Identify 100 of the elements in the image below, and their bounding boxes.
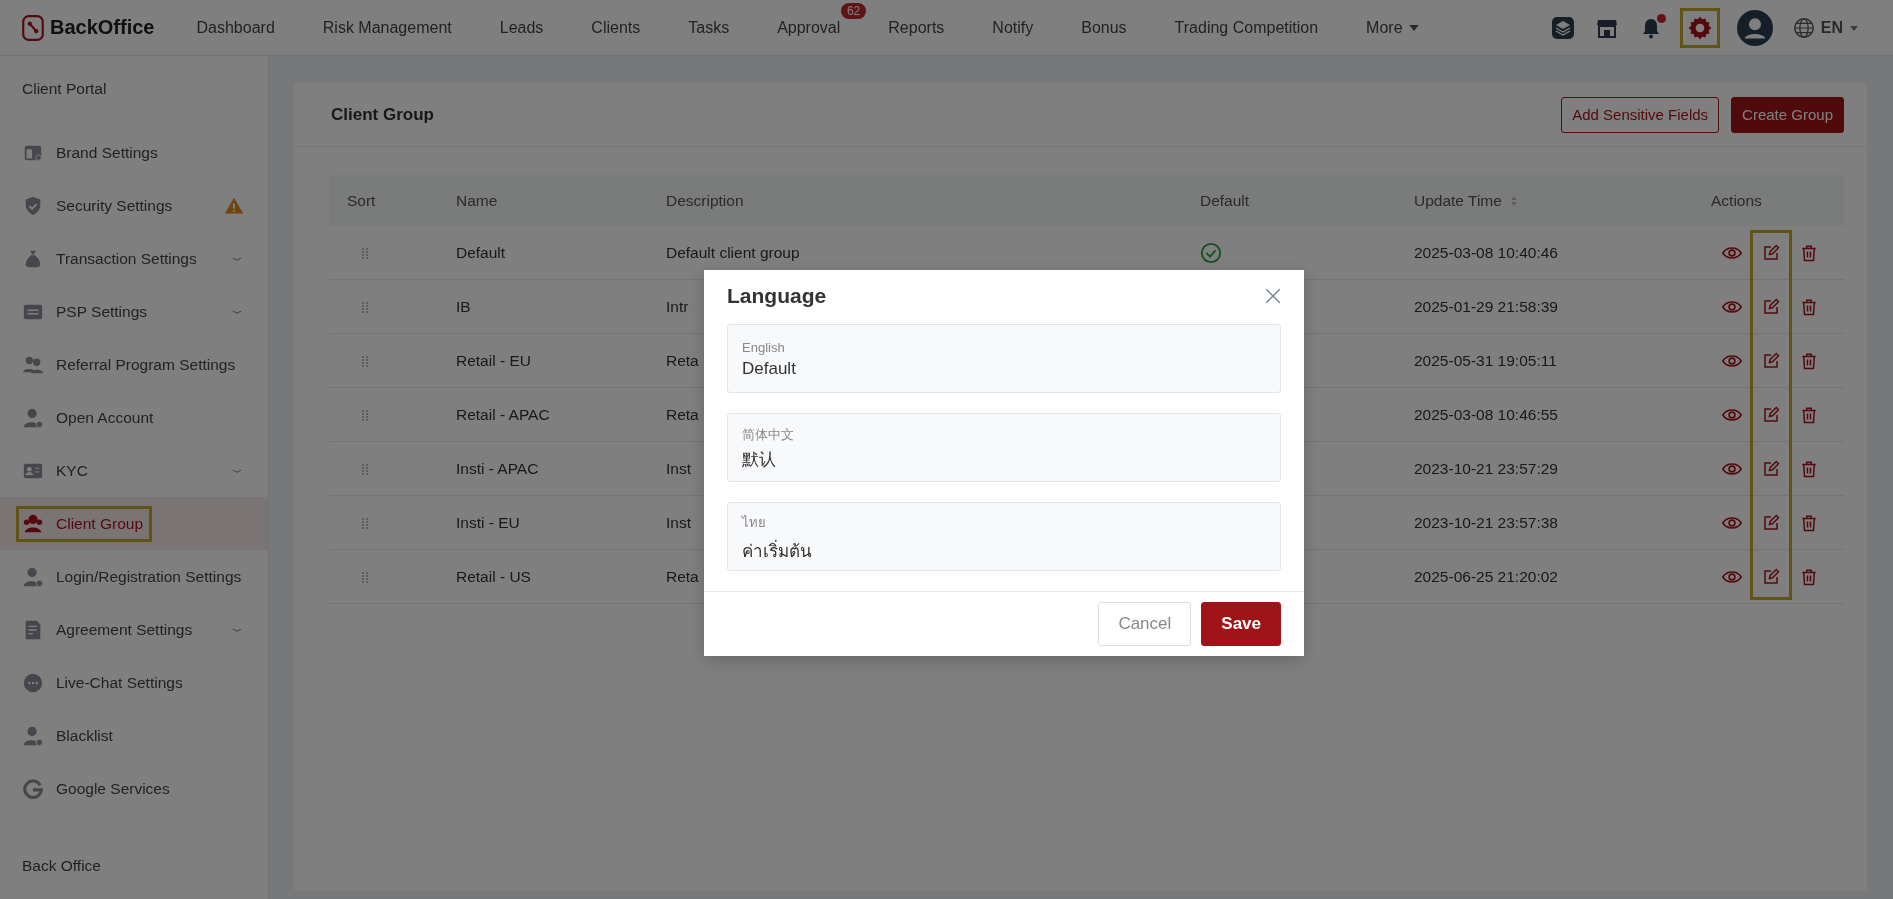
nav-link[interactable]: Clients [591,18,641,37]
settings-button[interactable] [1682,10,1717,45]
edit-button[interactable] [1762,405,1780,424]
table-cell: Reta [666,351,699,370]
table-cell: Retail - EU [456,351,531,370]
sidebar-item[interactable]: Open Account [0,391,268,444]
table-cell: 2025-01-29 21:58:39 [1414,297,1558,316]
delete-button[interactable] [1800,243,1818,262]
delete-button[interactable] [1800,297,1818,316]
edit-button[interactable] [1762,459,1780,478]
nav-link[interactable]: Trading Competition [1174,18,1319,37]
column-header[interactable]: Update Time [1414,191,1502,210]
edit-icon [1762,567,1780,586]
g-letter-icon [22,777,44,800]
delete-button[interactable] [1800,405,1818,424]
table-cell: IB [456,297,471,316]
nav-link[interactable]: Dashboard [196,18,275,37]
sidebar-item[interactable]: Referral Program Settings [0,338,268,391]
trash-icon [1800,405,1818,424]
dialog-title: Language [727,284,827,308]
layers-button[interactable] [1550,15,1575,40]
edit-icon [1762,405,1780,424]
nav-link[interactable]: Notify [992,18,1034,37]
sidebar-item[interactable]: PSP Settings [0,285,268,338]
nav-link[interactable]: Approval [777,18,841,37]
nav-link[interactable]: Risk Management [322,18,452,37]
table-cell: 2023-10-21 23:57:38 [1414,513,1558,532]
sidebar-item[interactable]: Live-Chat Settings [0,656,268,709]
people-icon [22,512,44,535]
section-heading: Client Portal [21,79,108,99]
delete-button[interactable] [1800,567,1818,586]
edit-icon [1762,297,1780,316]
card-title: Client Group [331,104,435,125]
edit-button[interactable] [1762,567,1780,586]
sidebar-item[interactable]: Blacklist [0,709,268,762]
chat-bubble-icon [22,671,44,694]
logo-icon [20,13,46,42]
table-cell: 2025-06-25 21:20:02 [1414,567,1558,586]
trash-icon [1800,243,1818,262]
cancel-button[interactable]: Cancel [1098,602,1192,646]
sidebar-item[interactable]: KYC [0,444,268,497]
section-heading: Back Office [21,856,102,876]
create-button[interactable]: Create Group [1731,96,1844,133]
add-fields-button[interactable]: Add Sensitive Fields [1561,96,1720,133]
trash-icon [1800,567,1818,586]
table-cell: Intr [666,297,689,316]
table-cell: Default [456,243,506,262]
count-badge: 62 [840,2,867,19]
table-cell: 2025-05-31 19:05:11 [1414,351,1557,370]
edit-icon [1762,351,1780,370]
edit-button[interactable] [1762,513,1780,532]
table-cell: Reta [666,405,699,424]
trash-icon [1800,351,1818,370]
trash-icon [1800,459,1818,478]
language-field[interactable]: ไทย ค่าเริ่มต้น [727,502,1281,571]
nav-link[interactable]: Tasks [688,18,730,37]
close-button[interactable] [1264,287,1282,305]
column-header: Description [666,191,744,210]
column-header: Sort [347,191,376,210]
trash-icon [1800,297,1818,316]
table-cell: Inst [666,513,691,532]
trash-icon [1800,513,1818,532]
delete-button[interactable] [1800,351,1818,370]
table-cell: 2025-03-08 10:40:46 [1414,243,1558,262]
sidebar-item[interactable]: Login/Registration Settings [0,550,268,603]
edit-button[interactable] [1762,243,1780,262]
table-cell: Inst [666,459,691,478]
edit-button[interactable] [1762,297,1780,316]
sidebar-item[interactable]: Client Group [0,497,268,550]
edit-icon [1762,513,1780,532]
logo[interactable]: BackOffice [20,13,155,42]
table-cell: Insti - APAC [456,459,539,478]
table-cell: 2025-03-08 10:46:55 [1414,405,1558,424]
delete-button[interactable] [1800,459,1818,478]
column-header: Name [456,191,498,210]
table-cell: Default client group [666,243,800,262]
save-button[interactable]: Save [1201,602,1281,646]
table-cell: Reta [666,567,699,586]
sidebar-item[interactable]: Google Services [0,762,268,815]
language-field[interactable]: English Default [727,324,1281,393]
column-header: Actions [1711,191,1762,210]
nav-link[interactable]: More [1366,18,1419,37]
language-selector[interactable]: EN [1792,16,1859,39]
sidebar-item[interactable]: Brand Settings [0,126,268,179]
delete-button[interactable] [1800,513,1818,532]
close-icon [1264,287,1282,305]
nav-link[interactable]: Bonus [1081,18,1127,37]
table-cell: Retail - APAC [456,405,550,424]
layers-icon [1550,15,1575,40]
language-field[interactable]: 简体中文 默认 [727,413,1281,482]
nav-link[interactable]: Reports [888,18,945,37]
sidebar-item[interactable]: Security Settings [0,179,268,232]
sidebar-item[interactable]: Transaction Settings [0,232,268,285]
sidebar-item[interactable]: Agreement Settings [0,603,268,656]
table-cell: Insti - EU [456,513,520,532]
avatar-icon [1736,9,1773,46]
edit-button[interactable] [1762,351,1780,370]
nav-link[interactable]: Leads [499,18,544,37]
table-cell: Retail - US [456,567,531,586]
globe-icon [1792,16,1815,39]
